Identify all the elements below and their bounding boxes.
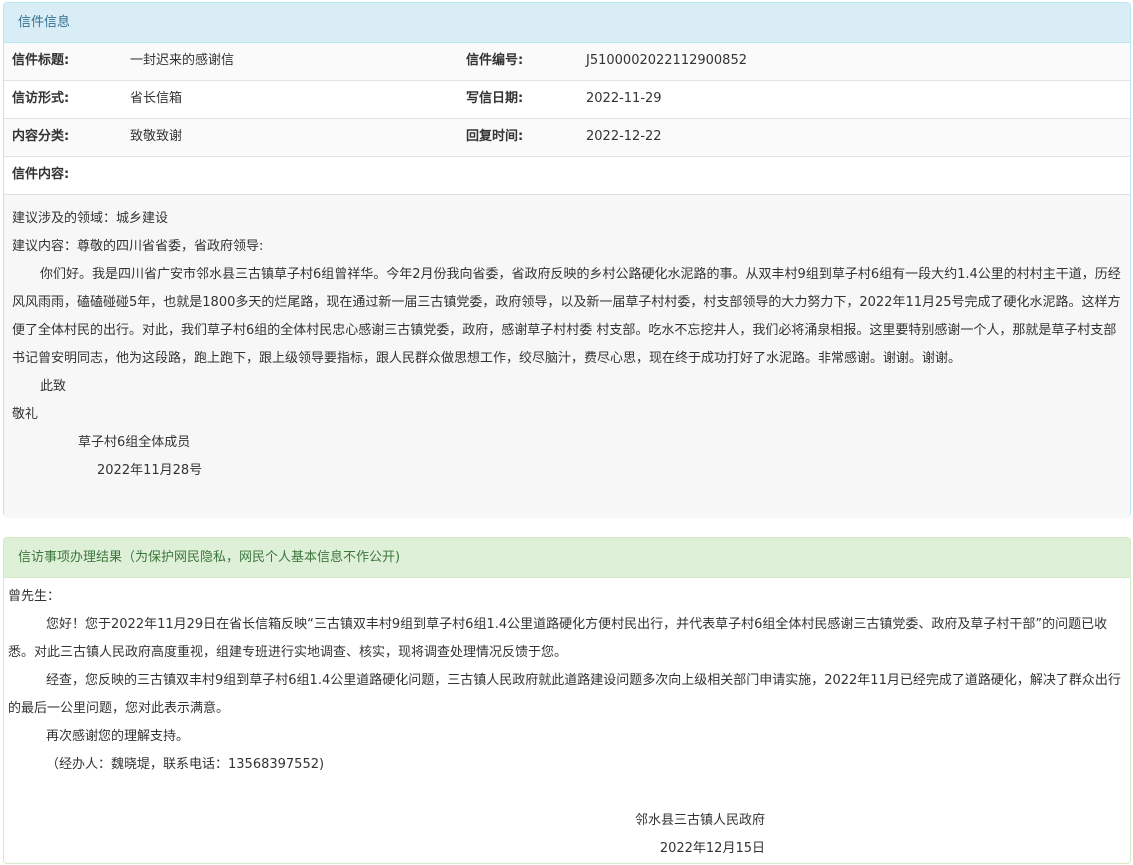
reply-time-value: 2022-12-22 xyxy=(586,129,662,144)
letter-intro: 建议内容：尊敬的四川省省委，省政府领导: xyxy=(12,239,264,254)
letter-closing-1: 此致 xyxy=(40,379,67,394)
reply-paragraph-1: 您好！您于2022年11月29日在省长信箱反映“三古镇双丰村9组到草子村6组1.… xyxy=(8,617,1108,660)
letter-content-label: 信件内容: xyxy=(12,167,70,182)
reply-paragraph-2: 经查，您反映的三古镇双丰村9组到草子村6组1.4公里道路硬化问题，三古镇人民政府… xyxy=(8,673,1121,716)
letter-info-heading: 信件信息 xyxy=(4,3,1130,43)
reply-organization: 邻水县三古镇人民政府 xyxy=(634,813,765,828)
info-row-category: 内容分类: 致敬致谢 回复时间: 2022-12-22 xyxy=(4,119,1130,157)
letter-domain: 建议涉及的领域：城乡建设 xyxy=(12,211,169,226)
info-row-form: 信访形式: 省长信箱 写信日期: 2022-11-29 xyxy=(4,81,1130,119)
write-date-value: 2022-11-29 xyxy=(586,91,662,106)
content-category-label: 内容分类: xyxy=(12,129,70,144)
letter-title-value: 一封迟来的感谢信 xyxy=(130,53,235,68)
letter-title-label: 信件标题: xyxy=(12,53,70,68)
letter-signer: 草子村6组全体成员 xyxy=(78,435,191,450)
petition-form-label: 信访形式: xyxy=(12,91,70,106)
info-row-title: 信件标题: 一封迟来的感谢信 信件编号: J510000202211290085… xyxy=(4,43,1130,81)
content-category-value: 致敬致谢 xyxy=(130,129,183,144)
letter-content-body: 建议涉及的领域：城乡建设 建议内容：尊敬的四川省省委，省政府领导: 你们好。我是… xyxy=(4,195,1130,518)
letter-date: 2022年11月28号 xyxy=(97,463,203,478)
reply-time-label: 回复时间: xyxy=(466,129,524,144)
letter-closing-2: 敬礼 xyxy=(12,407,39,422)
write-date-label: 写信日期: xyxy=(466,91,524,106)
reply-result-panel: 信访事项办理结果（为保护网民隐私，网民个人基本信息不作公开) 曾先生： 您好！您… xyxy=(3,537,1131,864)
info-row-content: 信件内容: xyxy=(4,157,1130,195)
reply-salutation: 曾先生： xyxy=(8,589,61,604)
letter-info-panel: 信件信息 信件标题: 一封迟来的感谢信 信件编号: J5100002022112… xyxy=(3,2,1131,518)
reply-result-heading: 信访事项办理结果（为保护网民隐私，网民个人基本信息不作公开) xyxy=(4,538,1130,578)
letter-number-label: 信件编号: xyxy=(466,53,524,68)
petition-form-value: 省长信箱 xyxy=(130,91,183,106)
reply-body: 曾先生： 您好！您于2022年11月29日在省长信箱反映“三古镇双丰村9组到草子… xyxy=(4,578,1130,863)
reply-handler: （经办人：魏晓堤，联系电话：13568397552) xyxy=(46,757,325,772)
reply-date: 2022年12月15日 xyxy=(659,841,765,856)
reply-paragraph-3: 再次感谢您的理解支持。 xyxy=(46,729,190,744)
letter-body-text: 你们好。我是四川省广安市邻水县三古镇草子村6组曾祥华。今年2月份我向省委，省政府… xyxy=(12,267,1121,366)
letter-number-value: J5100002022112900852 xyxy=(586,53,747,68)
